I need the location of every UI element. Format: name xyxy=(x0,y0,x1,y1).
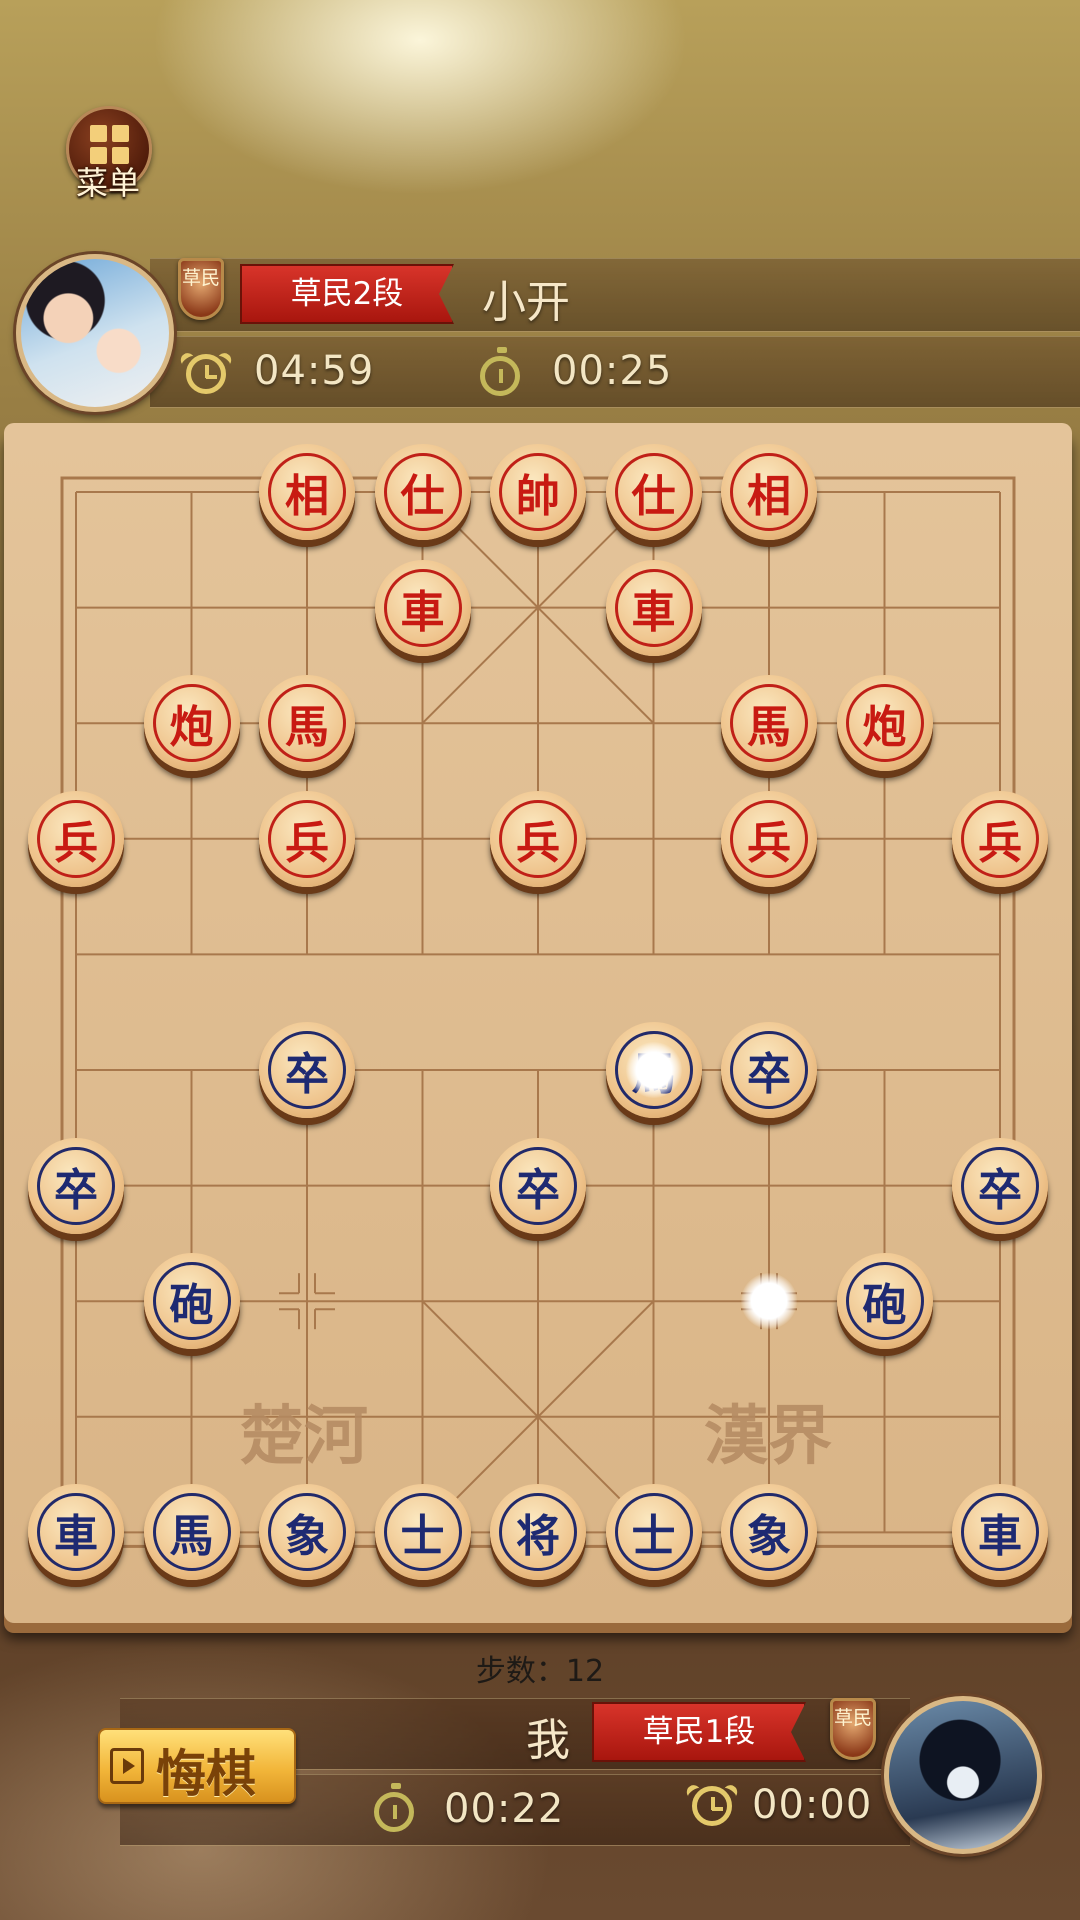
player-total-time: 00:00 xyxy=(752,1782,873,1828)
board-grid: 楚河 漢界 xyxy=(60,476,1016,1548)
blue-piece[interactable]: 将 xyxy=(490,1484,586,1581)
piece-label: 砲 xyxy=(152,1262,231,1341)
player-name: 我 xyxy=(526,1715,570,1766)
piece-label: 象 xyxy=(730,1493,808,1572)
red-piece[interactable]: 兵 xyxy=(28,790,124,887)
piece-label: 炮 xyxy=(152,684,231,763)
piece-label: 卒 xyxy=(268,1031,346,1109)
river-text-left: 楚河 xyxy=(240,1399,368,1474)
piece-label: 兵 xyxy=(499,799,577,878)
blue-piece[interactable]: 砲 xyxy=(836,1253,933,1350)
piece-label: 兵 xyxy=(730,799,808,878)
piece-label: 車 xyxy=(961,1493,1039,1572)
piece-label: 馬 xyxy=(152,1493,231,1572)
blue-piece[interactable]: 士 xyxy=(605,1484,702,1581)
red-piece[interactable]: 兵 xyxy=(259,790,355,887)
piece-label: 馬 xyxy=(614,1031,693,1109)
opponent-avatar[interactable] xyxy=(16,254,174,412)
player-badge-text: 草民 xyxy=(833,1707,872,1729)
opponent-stopwatch-icon xyxy=(480,347,520,396)
piece-label: 砲 xyxy=(845,1262,924,1341)
red-piece[interactable]: 相 xyxy=(721,444,817,540)
piece-label: 兵 xyxy=(268,799,346,878)
red-piece[interactable]: 車 xyxy=(374,559,471,656)
red-piece[interactable]: 帥 xyxy=(490,444,586,540)
player-rank: 草民1段 xyxy=(592,1702,806,1762)
blue-piece[interactable]: 象 xyxy=(259,1484,355,1581)
red-piece[interactable]: 仕 xyxy=(605,444,702,540)
player-avatar[interactable] xyxy=(884,1696,1042,1854)
piece-label: 仕 xyxy=(614,453,693,531)
piece-label: 炮 xyxy=(845,684,924,763)
piece-label: 相 xyxy=(268,453,346,531)
red-piece[interactable]: 兵 xyxy=(952,790,1048,887)
blue-piece[interactable]: 卒 xyxy=(259,1022,355,1118)
move-count: 步数：12 xyxy=(475,1654,605,1689)
menu-label: 菜单 xyxy=(75,164,140,202)
player-rank-badge-icon: 草民 xyxy=(830,1698,876,1760)
river-text-right: 漢界 xyxy=(704,1399,832,1474)
piece-label: 兵 xyxy=(37,799,115,878)
piece-label: 馬 xyxy=(268,684,346,763)
piece-label: 車 xyxy=(614,568,693,647)
blue-piece[interactable]: 士 xyxy=(374,1484,471,1581)
opponent-name: 小开 xyxy=(482,277,570,328)
blue-piece[interactable]: 車 xyxy=(28,1484,124,1581)
piece-label: 車 xyxy=(383,568,462,647)
opponent-move-time: 00:25 xyxy=(552,348,673,394)
piece-label: 卒 xyxy=(37,1146,115,1225)
player-stopwatch-icon xyxy=(374,1783,414,1832)
blue-piece[interactable]: 砲 xyxy=(143,1253,240,1350)
opponent-rank: 草民2段 xyxy=(240,264,454,324)
player-move-time: 00:22 xyxy=(444,1786,565,1832)
red-piece[interactable]: 車 xyxy=(605,559,702,656)
red-piece[interactable]: 仕 xyxy=(374,444,471,540)
player-alarm-clock-icon xyxy=(683,1782,741,1826)
red-piece[interactable]: 炮 xyxy=(143,675,240,772)
red-piece[interactable]: 相 xyxy=(259,444,355,540)
blue-piece[interactable]: 馬 xyxy=(605,1022,702,1118)
opponent-rank-badge-icon: 草民 xyxy=(178,258,224,320)
blue-piece[interactable]: 車 xyxy=(952,1484,1048,1581)
red-piece[interactable]: 炮 xyxy=(836,675,933,772)
undo-label: 悔棋 xyxy=(156,1744,256,1803)
undo-button[interactable]: 悔棋 xyxy=(98,1728,296,1804)
opponent-alarm-clock-icon xyxy=(177,350,235,394)
piece-label: 車 xyxy=(37,1493,115,1572)
piece-label: 帥 xyxy=(499,453,577,531)
opponent-total-time: 04:59 xyxy=(254,348,375,394)
red-piece[interactable]: 馬 xyxy=(259,675,355,772)
piece-label: 馬 xyxy=(730,684,808,763)
piece-label: 卒 xyxy=(730,1031,808,1109)
blue-piece[interactable]: 卒 xyxy=(952,1137,1048,1234)
red-piece[interactable]: 兵 xyxy=(490,790,586,887)
piece-label: 士 xyxy=(614,1493,693,1572)
film-icon xyxy=(110,1748,144,1784)
opponent-badge-text: 草民 xyxy=(181,267,220,289)
blue-piece[interactable]: 馬 xyxy=(143,1484,240,1581)
blue-piece[interactable]: 卒 xyxy=(490,1137,586,1234)
blue-piece[interactable]: 卒 xyxy=(721,1022,817,1118)
piece-label: 卒 xyxy=(961,1146,1039,1225)
piece-label: 仕 xyxy=(383,453,462,531)
blue-piece[interactable]: 象 xyxy=(721,1484,817,1581)
blue-piece[interactable]: 卒 xyxy=(28,1137,124,1234)
red-piece[interactable]: 馬 xyxy=(721,675,817,772)
piece-label: 兵 xyxy=(961,799,1039,878)
piece-label: 将 xyxy=(499,1493,577,1572)
red-piece[interactable]: 兵 xyxy=(721,790,817,887)
piece-label: 士 xyxy=(383,1493,462,1572)
piece-label: 相 xyxy=(730,453,808,531)
piece-label: 象 xyxy=(268,1493,346,1572)
piece-label: 卒 xyxy=(499,1146,577,1225)
